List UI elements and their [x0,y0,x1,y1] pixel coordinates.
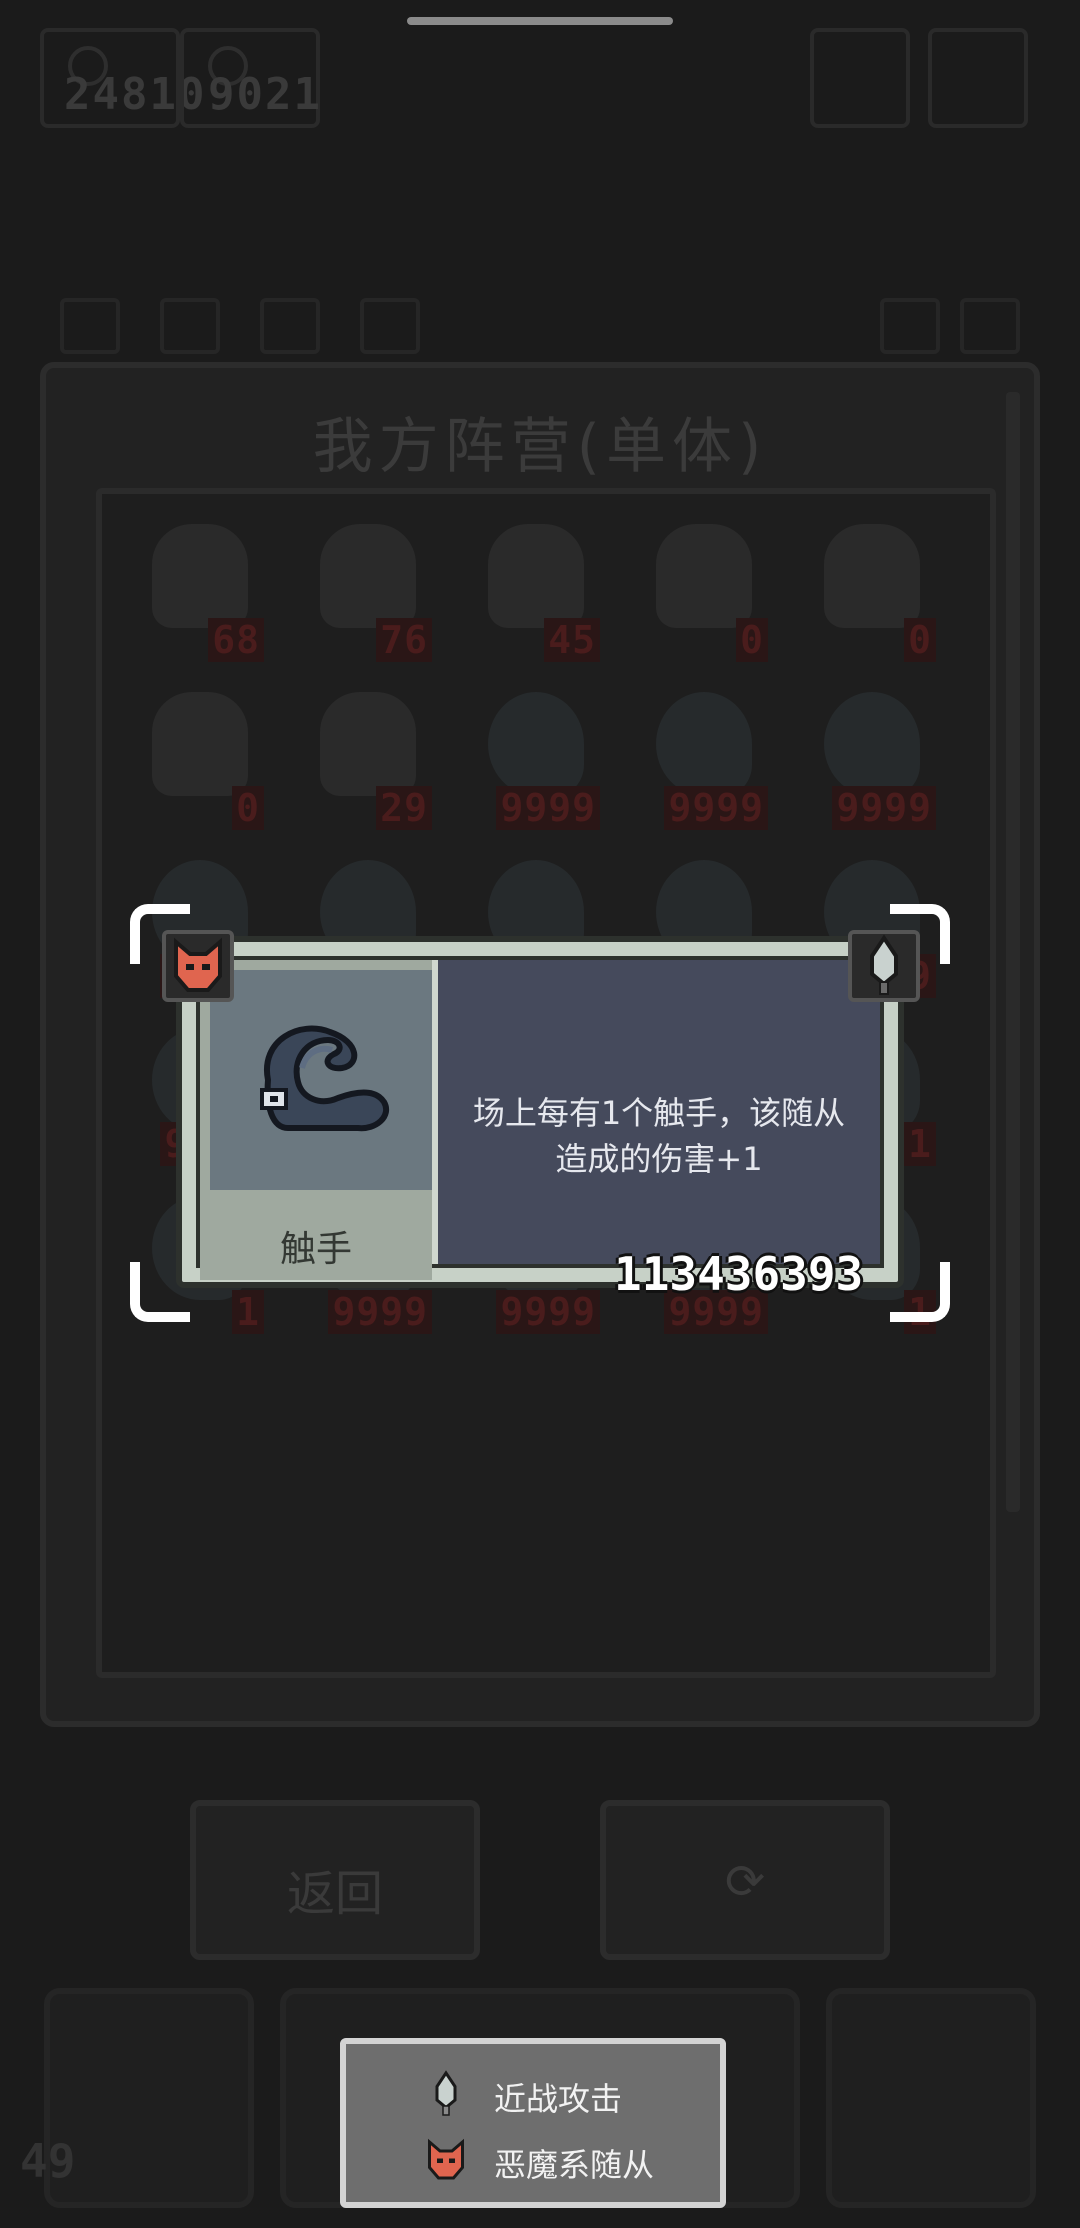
description-line-2: 造成的伤害+1 [555,1140,763,1178]
menu-button[interactable] [810,28,910,128]
tool-slot[interactable] [360,298,420,354]
unit-value: 9999 [496,1290,600,1334]
unit-value: 1 [232,1290,264,1334]
legend-melee-label: 近战攻击 [494,2080,623,2118]
unit-value: 76 [376,618,432,662]
refresh-button[interactable]: ⟳ [600,1800,890,1960]
skull-demon-icon [824,524,920,628]
horned-demon-icon [320,524,416,628]
unit-name: 触手 [279,1229,352,1270]
tool-slot[interactable] [260,298,320,354]
melee-sword-icon [848,930,920,1002]
unit-slot[interactable]: 9999 [458,682,618,842]
card-inner: 触手 场上每有1个触手，该随从 造成的伤害+1 [196,956,884,1280]
unit-value: 0 [736,618,768,662]
unit-value: 0 [232,786,264,830]
bottom-left-number: 49 [20,2134,76,2188]
legend-demon-label: 恶魔系随从 [494,2146,655,2184]
tool-row [60,298,1040,358]
close-card[interactable]: 49 [20,1988,254,2208]
unit-description: 场上每有1个触手，该随从 造成的伤害+1 [438,1090,880,1182]
scrollbar[interactable] [1006,392,1020,1512]
unit-slot[interactable]: 0 [122,682,282,842]
unit-value: 29 [376,786,432,830]
panel-title: 我方阵营(单体) [312,412,768,482]
skull-demon-icon [152,692,248,796]
unit-slot[interactable]: 45 [458,514,618,674]
resource-2-value: 9021 [208,69,322,120]
tool-slot[interactable] [60,298,120,354]
unit-portrait [210,970,432,1190]
back-button-label: 返回 [286,1866,383,1922]
description-area: 场上每有1个触手，该随从 造成的伤害+1 [432,960,880,1264]
unit-value: 0 [904,618,936,662]
settings-button[interactable] [928,28,1028,128]
unit-slot[interactable]: 76 [290,514,450,674]
demon-face-icon [428,2138,464,2180]
skull-demon-icon [656,524,752,628]
unit-slot[interactable]: 0 [794,514,954,674]
spear-demon-icon [320,692,416,796]
tool-slot[interactable] [880,298,940,354]
demon-face-icon [174,937,222,992]
back-button[interactable]: 返回 [190,1800,480,1960]
unit-slot[interactable]: 9999 [626,682,786,842]
unit-slot[interactable]: 0 [626,514,786,674]
unit-value: 45 [544,618,600,662]
resource-2: 9021 [180,28,320,128]
unit-value: 1 [904,1122,936,1166]
horned-demon-icon [488,524,584,628]
tentacle-icon [656,692,752,796]
sword-icon [435,2070,457,2116]
unit-value: 68 [208,618,264,662]
unit-value: 9999 [832,786,936,830]
top-bar: 24810 9021 [40,28,1040,128]
tentacle-icon [824,692,920,796]
tool-slot[interactable] [160,298,220,354]
unit-slot[interactable]: 68 [122,514,282,674]
unit-detail-card: 触手 场上每有1个触手，该随从 造成的伤害+1 [176,936,904,1288]
profile-card[interactable] [826,1988,1036,2208]
resource-1: 24810 [40,28,204,128]
name-area: 触手 [200,1190,432,1280]
tentacle-icon [488,692,584,796]
tentacle-icon [260,1025,389,1132]
system-handle [407,17,673,25]
unit-slot[interactable]: 9999 [794,682,954,842]
refresh-icon: ⟳ [724,1854,766,1910]
unit-id: 113436393 [614,1247,864,1301]
demon-minion-icon [162,930,234,1002]
horned-demon-icon [152,524,248,628]
unit-value: 9999 [328,1290,432,1334]
tool-slot[interactable] [960,298,1020,354]
legend-popup: 近战攻击 恶魔系随从 [340,2038,726,2208]
unit-value: 9999 [496,786,600,830]
unit-value: 9999 [664,786,768,830]
description-line-1: 场上每有1个触手，该随从 [472,1094,846,1132]
unit-slot[interactable]: 29 [290,682,450,842]
sword-icon [870,934,898,995]
